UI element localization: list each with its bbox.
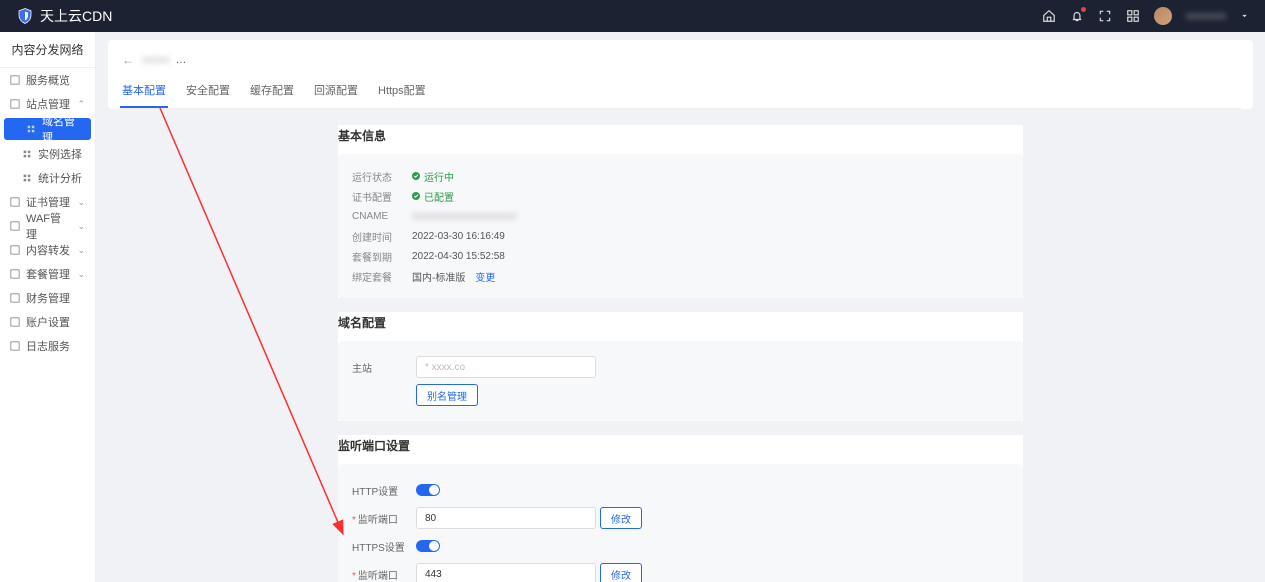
host-input[interactable] <box>416 356 596 378</box>
domain-config-panel: 域名配置 主站 别名管理 <box>338 312 1023 421</box>
sidebar-item[interactable]: WAF管理⌄ <box>0 214 95 238</box>
http-toggle[interactable] <box>416 484 440 496</box>
home-icon[interactable] <box>1042 9 1056 23</box>
row-expire: 套餐到期 2022-04-30 15:52:58 <box>352 246 1009 266</box>
breadcrumb-domain: xxxxx <box>142 54 170 66</box>
basic-info-title: 基本信息 <box>338 125 1023 154</box>
https-port-modify-button[interactable]: 修改 <box>600 563 642 582</box>
basic-info-body: 运行状态 运行中 证书配置 已配置 CNAME xxxxxxxxxxxxxxxx… <box>338 154 1023 298</box>
breadcrumb-sep: … <box>176 54 187 66</box>
https-toggle[interactable] <box>416 540 440 552</box>
domain-config-title: 域名配置 <box>338 312 1023 341</box>
sidebar-item[interactable]: 实例选择 <box>0 142 95 166</box>
avatar[interactable] <box>1154 7 1172 25</box>
sidebar: 内容分发网络 服务概览站点管理⌃域名管理实例选择统计分析证书管理⌄WAF管理⌄内… <box>0 32 96 582</box>
sidebar-item[interactable]: 日志服务 <box>0 334 95 358</box>
user-name: xxxxxxxx <box>1186 11 1226 22</box>
config-tab[interactable]: 缓存配置 <box>248 76 296 108</box>
config-tabs: 基本配置安全配置缓存配置回源配置 Https配置 <box>120 76 1241 109</box>
topbar: 天上云CDN xxxxxxxx <box>0 0 1265 32</box>
row-cert: 证书配置 已配置 <box>352 186 1009 206</box>
back-arrow-icon[interactable]: ← <box>120 53 136 67</box>
sidebar-menu: 服务概览站点管理⌃域名管理实例选择统计分析证书管理⌄WAF管理⌄内容转发⌄套餐管… <box>0 68 95 582</box>
sidebar-item[interactable]: 服务概览 <box>0 68 95 92</box>
row-plan: 绑定套餐 国内-标准版变更 <box>352 266 1009 286</box>
sidebar-item[interactable]: 统计分析 <box>0 166 95 190</box>
basic-info-panel: 基本信息 运行状态 运行中 证书配置 已配置 CNAME xxxxxxxxxxx… <box>338 125 1023 298</box>
check-icon <box>412 192 420 200</box>
config-tab[interactable]: 安全配置 <box>184 76 232 108</box>
row-https-port: *监听端口 修改 <box>352 560 1009 582</box>
check-icon <box>412 172 420 180</box>
chevron-down-icon[interactable] <box>1240 9 1249 23</box>
shield-logo-icon <box>16 7 34 25</box>
sidebar-item[interactable]: 账户设置 <box>0 310 95 334</box>
row-https-toggle: HTTPS设置 <box>352 532 1009 560</box>
sidebar-item[interactable]: 域名管理 <box>4 118 91 140</box>
alias-manage-button[interactable]: 别名管理 <box>416 384 478 406</box>
http-port-input[interactable] <box>416 507 596 529</box>
panel-wrap: 基本信息 运行状态 运行中 证书配置 已配置 CNAME xxxxxxxxxxx… <box>108 109 1253 582</box>
config-tab[interactable]: 回源配置 <box>312 76 360 108</box>
content: ← xxxxx … 基本配置安全配置缓存配置回源配置 Https配置 基本信息 运… <box>96 32 1265 582</box>
config-tab[interactable]: 基本配置 <box>120 76 168 108</box>
brand: 天上云CDN <box>16 6 112 26</box>
row-alias: 别名管理 <box>352 381 1009 409</box>
fullscreen-icon[interactable] <box>1098 9 1112 23</box>
sidebar-title: 内容分发网络 <box>0 32 95 68</box>
sidebar-item[interactable]: 财务管理 <box>0 286 95 310</box>
cname-value: xxxxxxxxxxxxxxxxxxxxx <box>412 211 517 222</box>
apps-icon[interactable] <box>1126 9 1140 23</box>
bell-icon[interactable] <box>1070 9 1084 23</box>
row-host: 主站 <box>352 353 1009 381</box>
page-header-card: ← xxxxx … 基本配置安全配置缓存配置回源配置 Https配置 <box>108 40 1253 109</box>
port-config-panel: 监听端口设置 HTTP设置 *监听端口 修改 HTTPS设置 <box>338 435 1023 582</box>
topbar-right: xxxxxxxx <box>1042 7 1249 25</box>
row-http-port: *监听端口 修改 <box>352 504 1009 532</box>
cert-value: 已配置 <box>412 189 454 204</box>
layout: 内容分发网络 服务概览站点管理⌃域名管理实例选择统计分析证书管理⌄WAF管理⌄内… <box>0 32 1265 582</box>
row-status: 运行状态 运行中 <box>352 166 1009 186</box>
sidebar-item[interactable]: 内容转发⌄ <box>0 238 95 262</box>
https-port-input[interactable] <box>416 563 596 582</box>
row-cname: CNAME xxxxxxxxxxxxxxxxxxxxx <box>352 206 1009 226</box>
brand-text: 天上云CDN <box>40 6 112 26</box>
change-plan-link[interactable]: 变更 <box>475 269 495 284</box>
domain-config-body: 主站 别名管理 <box>338 341 1023 421</box>
status-value: 运行中 <box>412 169 454 184</box>
port-config-body: HTTP设置 *监听端口 修改 HTTPS设置 *监听端口 <box>338 464 1023 582</box>
breadcrumb: ← xxxxx … <box>120 48 1241 72</box>
http-port-modify-button[interactable]: 修改 <box>600 507 642 529</box>
config-tab[interactable]: Https配置 <box>376 76 428 108</box>
port-config-title: 监听端口设置 <box>338 435 1023 464</box>
row-created: 创建时间 2022-03-30 16:16:49 <box>352 226 1009 246</box>
row-http-toggle: HTTP设置 <box>352 476 1009 504</box>
sidebar-item[interactable]: 套餐管理⌄ <box>0 262 95 286</box>
